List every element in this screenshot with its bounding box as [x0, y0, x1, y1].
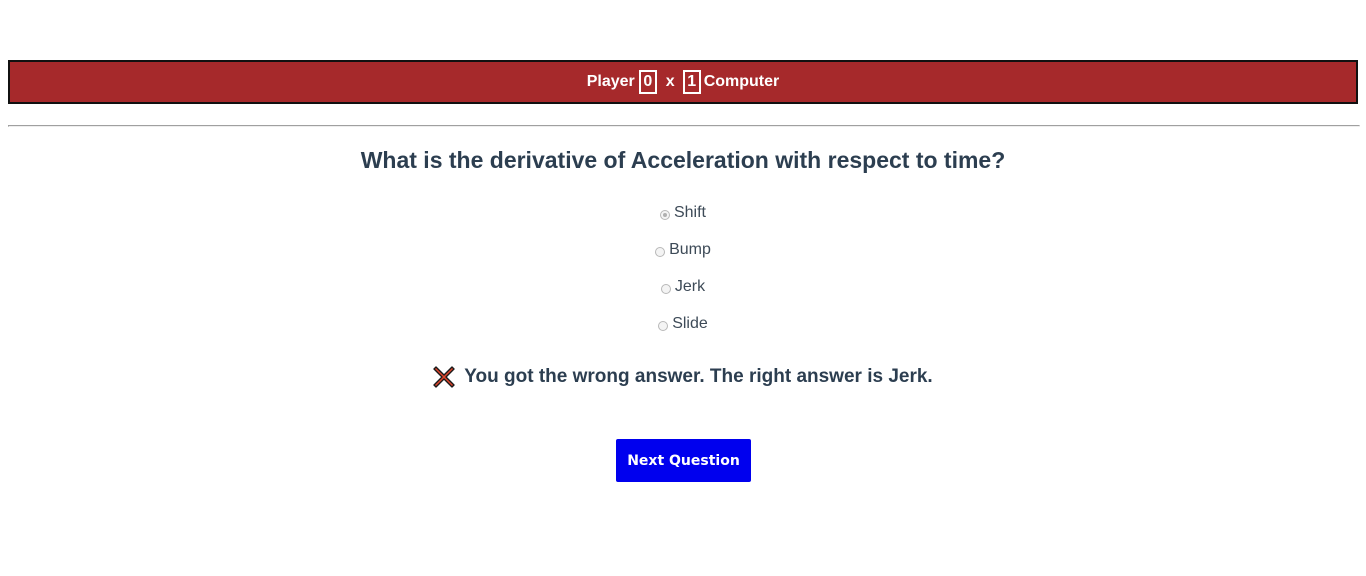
radio-button[interactable]: [658, 321, 669, 331]
radio-button[interactable]: [659, 210, 670, 220]
option-slide[interactable]: Slide: [0, 315, 1366, 352]
scoreboard: Player 0 x 1 Computer: [8, 60, 1358, 104]
radio-button[interactable]: [655, 247, 666, 257]
option-shift[interactable]: Shift: [0, 204, 1366, 241]
option-label: Shift: [673, 204, 706, 221]
cross-icon: [433, 366, 455, 388]
computer-label: Computer: [703, 73, 780, 90]
player-label: Player: [586, 73, 635, 90]
question-text: What is the derivative of Acceleration w…: [360, 147, 1006, 173]
score-separator: x: [665, 73, 675, 90]
radio-button[interactable]: [660, 284, 671, 294]
next-question-button[interactable]: Next Question: [616, 439, 751, 482]
option-label: Jerk: [674, 278, 706, 295]
option-label: Slide: [672, 315, 708, 332]
computer-score: 1: [682, 70, 701, 94]
option-label: Bump: [669, 241, 711, 258]
divider: [8, 125, 1360, 127]
option-bump[interactable]: Bump: [0, 241, 1366, 278]
feedback-message: You got the wrong answer. The right answ…: [0, 366, 1366, 388]
answer-options: Shift Bump Jerk Slide: [0, 204, 1366, 352]
option-jerk[interactable]: Jerk: [0, 278, 1366, 315]
player-score: 0: [638, 70, 657, 94]
feedback-text: You got the wrong answer. The right answ…: [464, 366, 933, 387]
